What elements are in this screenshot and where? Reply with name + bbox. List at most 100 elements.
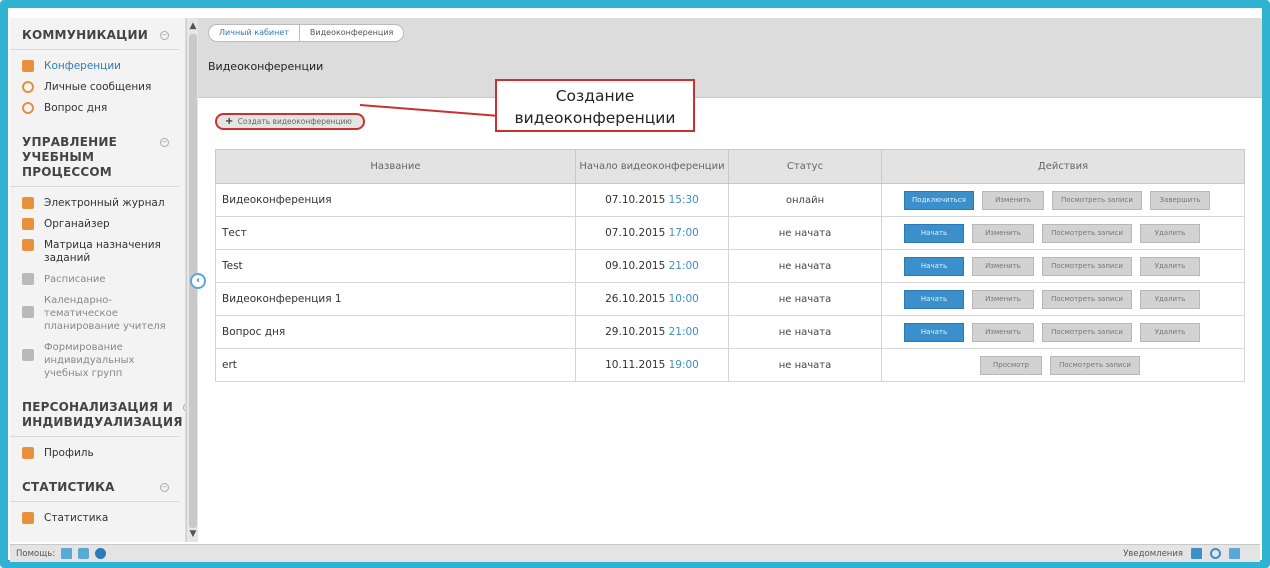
start-button[interactable]: Начать	[904, 289, 964, 309]
sidebar-item-journal[interactable]: Электронный журнал	[22, 193, 185, 214]
collapse-icon[interactable]: −	[160, 138, 169, 147]
view-records-button[interactable]: Посмотреть записи	[1042, 256, 1132, 276]
delete-button[interactable]: Удалить	[1140, 289, 1200, 309]
cell-date: 29.10.2015	[605, 326, 666, 338]
finish-button[interactable]: Завершить	[1150, 190, 1210, 210]
sidebar-item-conferences[interactable]: Конференции	[22, 56, 185, 77]
cell-start: 26.10.2015 10:00	[575, 282, 729, 316]
cell-actions: Подключиться Изменить Посмотреть записи Зав…	[881, 183, 1245, 217]
sidebar-item-label: Конференции	[44, 60, 121, 72]
cell-time: 15:30	[668, 194, 699, 206]
status-bar: Помощь: Уведомления	[10, 544, 1260, 562]
cell-status: не начата	[728, 216, 882, 250]
help-area: Помощь:	[16, 548, 107, 559]
cell-status: не начата	[728, 315, 882, 349]
sidebar-item-question[interactable]: Вопрос дня	[22, 98, 185, 119]
join-button[interactable]: Подключиться	[904, 190, 974, 210]
sidebar-item-profile[interactable]: Профиль	[22, 443, 185, 464]
page-title: Видеоконференции	[208, 60, 324, 73]
sidebar-item-organizer[interactable]: Органайзер	[22, 214, 185, 235]
table-row: Видеоконференция 07.10.2015 15:30 онлайн…	[215, 183, 1245, 217]
start-button[interactable]: Начать	[904, 256, 964, 276]
collapse-icon[interactable]: −	[160, 483, 169, 492]
sidebar-item-schedule[interactable]: Расписание	[22, 269, 185, 290]
cell-date: 07.10.2015	[605, 194, 666, 206]
info-icon[interactable]	[95, 548, 107, 559]
cell-name: Вопрос дня	[215, 315, 576, 349]
journal-icon	[22, 197, 34, 209]
cell-time: 17:00	[668, 227, 699, 239]
delete-button[interactable]: Удалить	[1140, 223, 1200, 243]
breadcrumb: Личный кабинет Видеоконференция	[208, 24, 405, 42]
sidebar-section-communications[interactable]: КОММУНИКАЦИИ −	[10, 18, 179, 50]
header: Личный кабинет Видеоконференция Видеокон…	[198, 18, 1262, 98]
collapse-sidebar-icon[interactable]: ‹	[190, 273, 206, 289]
scroll-up-icon[interactable]: ▲	[188, 20, 198, 32]
view-records-button[interactable]: Посмотреть записи	[1042, 223, 1132, 243]
table-row: ert 10.11.2015 19:00 не начата Просмотр П…	[215, 348, 1245, 382]
cell-start: 09.10.2015 21:00	[575, 249, 729, 283]
sidebar-item-matrix[interactable]: Матрица назначения заданий	[22, 235, 185, 269]
sidebar-item-calendar-plan[interactable]: Календарно-тематическое планирование учи…	[22, 290, 185, 337]
delete-button[interactable]: Удалить	[1140, 322, 1200, 342]
column-header-actions: Действия	[881, 149, 1245, 184]
edit-button[interactable]: Изменить	[982, 190, 1044, 210]
calendar-icon[interactable]	[1229, 548, 1240, 559]
statistics-icon	[22, 512, 34, 524]
sidebar-section-statistics[interactable]: СТАТИСТИКА −	[10, 470, 179, 502]
column-header-name: Название	[215, 149, 576, 184]
edit-button[interactable]: Изменить	[972, 256, 1034, 276]
cell-start: 10.11.2015 19:00	[575, 348, 729, 382]
cell-actions: Начать Изменить Посмотреть записи Удалить	[881, 216, 1245, 250]
cell-status: не начата	[728, 249, 882, 283]
chat-icon[interactable]	[1210, 548, 1221, 559]
conference-icon	[22, 60, 34, 72]
notifications-area: Уведомления	[1123, 548, 1240, 559]
scroll-down-icon[interactable]: ▼	[188, 528, 198, 540]
cell-actions: Просмотр Посмотреть записи	[881, 348, 1245, 382]
sidebar-item-label: Электронный журнал	[44, 197, 165, 209]
sidebar-item-label: Органайзер	[44, 218, 110, 230]
help-label: Помощь:	[16, 548, 56, 559]
sidebar-item-statistics[interactable]: Статистика	[22, 508, 185, 529]
breadcrumb-current: Видеоконференция	[309, 28, 394, 37]
conferences-table: Название Начало видеоконференции Статус …	[215, 149, 1245, 382]
view-records-button[interactable]: Посмотреть записи	[1050, 355, 1140, 375]
bell-icon[interactable]	[78, 548, 90, 559]
sidebar: КОММУНИКАЦИИ − Конференции Личные сообще…	[10, 18, 186, 542]
notification-bell-icon[interactable]	[1191, 548, 1202, 559]
edit-button[interactable]: Изменить	[972, 289, 1034, 309]
section-title: СТАТИСТИКА	[22, 480, 115, 494]
start-button[interactable]: Начать	[904, 322, 964, 342]
view-records-button[interactable]: Посмотреть записи	[1052, 190, 1142, 210]
cell-date: 07.10.2015	[605, 227, 666, 239]
view-records-button[interactable]: Посмотреть записи	[1042, 289, 1132, 309]
cell-actions: Начать Изменить Посмотреть записи Удалить	[881, 315, 1245, 349]
calendar-plan-icon	[22, 306, 34, 318]
cell-time: 19:00	[668, 359, 699, 371]
sidebar-item-label: Личные сообщения	[44, 81, 152, 93]
delete-button[interactable]: Удалить	[1140, 256, 1200, 276]
sidebar-item-label: Матрица назначения заданий	[44, 239, 161, 264]
create-button-label: Создать видеоконференцию	[237, 117, 352, 126]
profile-icon	[22, 447, 34, 459]
cell-actions: Начать Изменить Посмотреть записи Удалить	[881, 282, 1245, 316]
breadcrumb-home[interactable]: Личный кабинет	[209, 25, 300, 41]
sidebar-item-label: Вопрос дня	[44, 102, 108, 114]
table-row: Видеоконференция 1 26.10.2015 10:00 не н…	[215, 282, 1245, 316]
sidebar-item-messages[interactable]: Личные сообщения	[22, 77, 185, 98]
view-records-button[interactable]: Посмотреть записи	[1042, 322, 1132, 342]
sidebar-section-personalization[interactable]: ПЕРСОНАЛИЗАЦИЯ И ИНДИВИДУАЛИЗАЦИЯ −	[10, 390, 185, 437]
sidebar-item-label: Формирование индивидуальных учебных груп…	[44, 342, 135, 379]
sidebar-item-groups[interactable]: Формирование индивидуальных учебных груп…	[22, 337, 185, 384]
cell-actions: Начать Изменить Посмотреть записи Удалить	[881, 249, 1245, 283]
tools-icon[interactable]	[61, 548, 73, 559]
edit-button[interactable]: Изменить	[972, 223, 1034, 243]
collapse-icon[interactable]: −	[160, 31, 169, 40]
create-videoconference-button[interactable]: + Создать видеоконференцию	[215, 113, 365, 130]
sidebar-section-learning[interactable]: УПРАВЛЕНИЕ УЧЕБНЫМ ПРОЦЕССОМ −	[10, 125, 179, 187]
question-icon	[22, 102, 34, 114]
edit-button[interactable]: Изменить	[972, 322, 1034, 342]
preview-button[interactable]: Просмотр	[980, 355, 1042, 375]
start-button[interactable]: Начать	[904, 223, 964, 243]
